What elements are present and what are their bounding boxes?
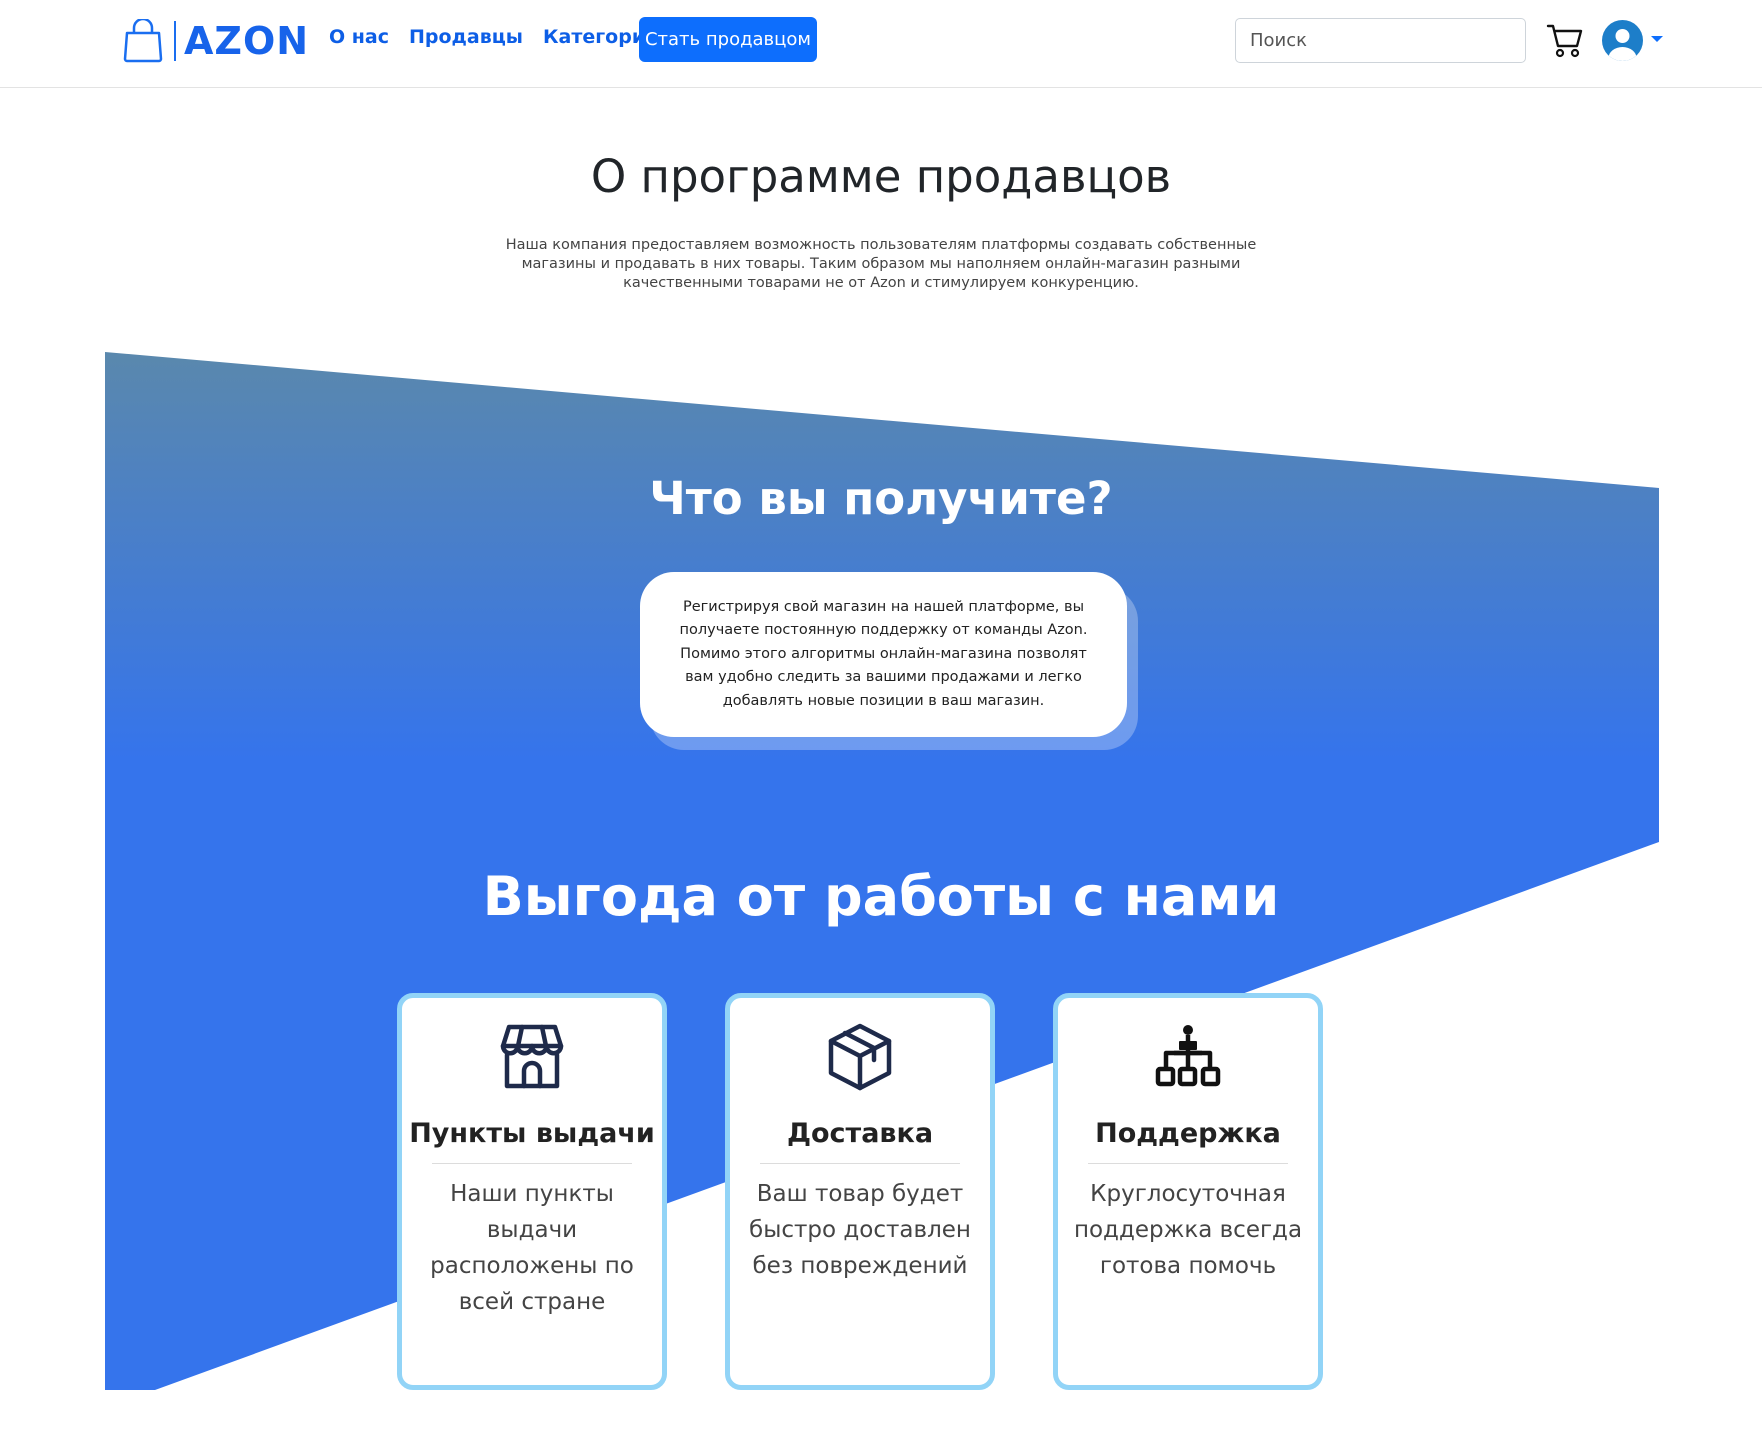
card-divider: [1088, 1163, 1288, 1164]
info-box: Регистрируя свой магазин на нашей платфо…: [640, 572, 1127, 737]
page-title: О программе продавцов: [590, 150, 1172, 203]
card-title: Поддержка: [1095, 1118, 1281, 1149]
card-title: Доставка: [786, 1118, 934, 1149]
advantage-card-support: Поддержка Круглосуточная поддержка всегд…: [1053, 993, 1323, 1390]
search-input[interactable]: [1235, 18, 1526, 63]
card-text: Круглосуточная поддержка всегда готова п…: [1073, 1181, 1303, 1279]
user-avatar-icon[interactable]: [1602, 20, 1643, 61]
nav-link-about[interactable]: О нас: [329, 26, 389, 48]
card-text: Наши пункты выдачи расположены по всей с…: [430, 1181, 634, 1315]
card-title: Пункты выдачи: [409, 1118, 655, 1149]
advantage-card-pickup: Пункты выдачи Наши пункты выдачи располо…: [397, 993, 667, 1390]
store-icon: [500, 1024, 564, 1089]
become-seller-button[interactable]: Стать продавцом: [639, 17, 817, 62]
navbar: AZON О нас Продавцы Категории Стать прод…: [0, 0, 1762, 88]
hierarchy-icon: [1155, 1025, 1221, 1087]
caret-down-icon[interactable]: [1651, 36, 1663, 42]
bag-logo-icon: [123, 19, 163, 63]
advantage-card-delivery: Доставка Ваш товар будет быстро доставле…: [725, 993, 995, 1390]
benefits-title: Что вы получите?: [649, 472, 1113, 525]
logo-text: AZON: [184, 19, 310, 63]
main-nav: О нас Продавцы Категории: [329, 26, 658, 48]
advantages-title: Выгода от работы с нами: [482, 865, 1280, 928]
card-divider: [432, 1163, 632, 1164]
cart-icon[interactable]: [1546, 22, 1584, 58]
card-text: Ваш товар будет быстро доставлен без пов…: [749, 1181, 971, 1279]
package-icon: [828, 1023, 892, 1091]
logo[interactable]: AZON: [122, 18, 309, 64]
info-text: Регистрируя свой магазин на нашей платфо…: [679, 598, 1088, 709]
intro-text: Наша компания предоставляем возможность …: [505, 237, 1257, 291]
card-divider: [760, 1163, 960, 1164]
nav-link-sellers[interactable]: Продавцы: [409, 26, 523, 48]
logo-separator: [174, 21, 176, 61]
